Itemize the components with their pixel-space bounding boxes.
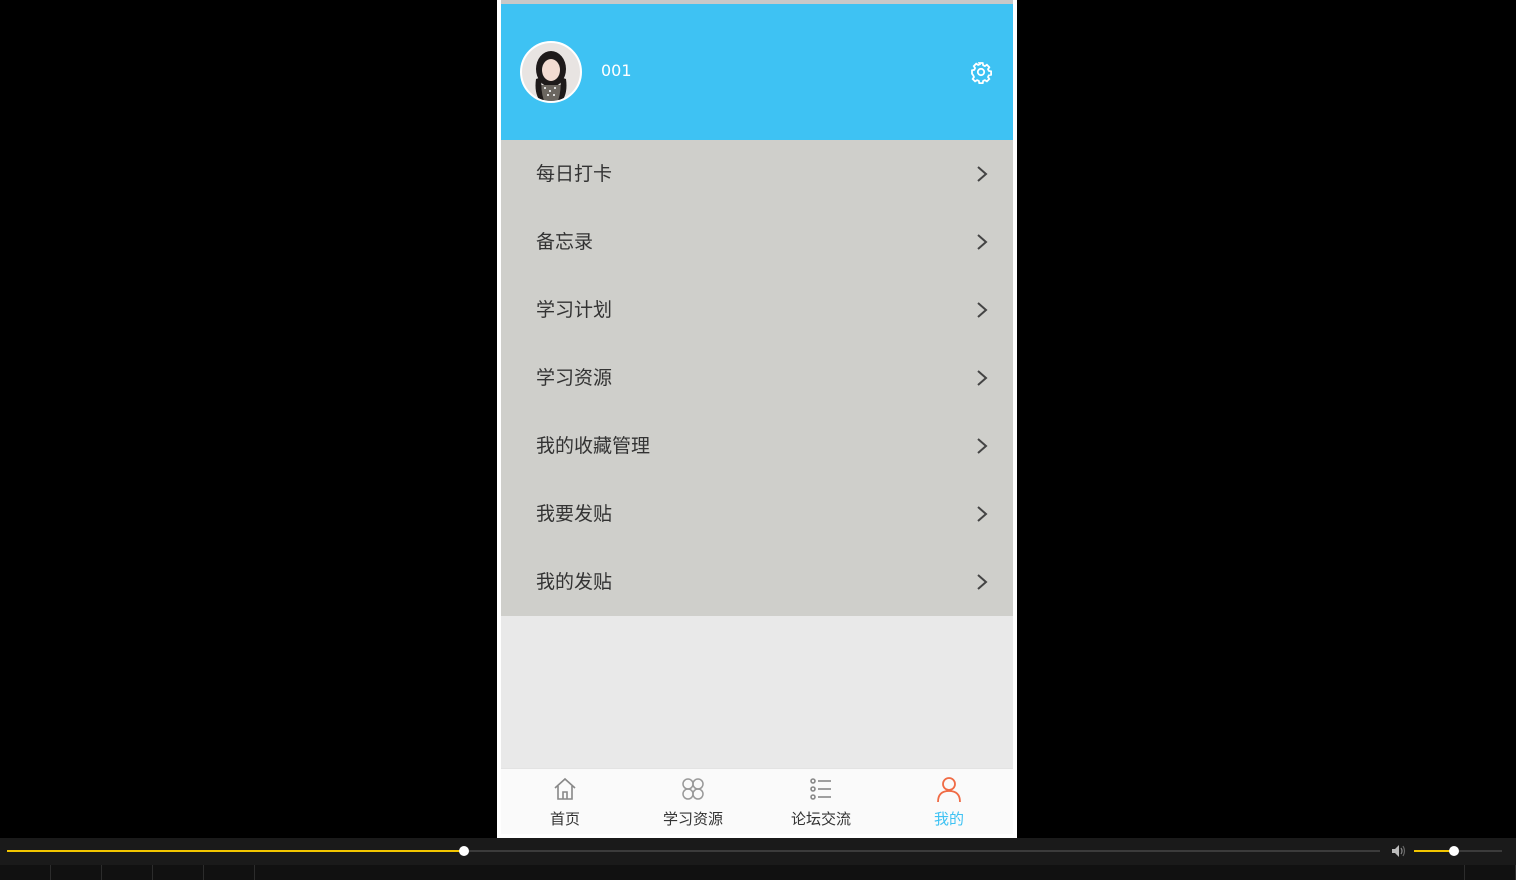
menu-item-favorites[interactable]: 我的收藏管理 (501, 412, 1013, 480)
profile-header: 001 (501, 4, 1013, 140)
volume-handle[interactable] (1448, 846, 1459, 856)
list-icon (810, 778, 831, 800)
control-strip (0, 865, 1516, 880)
chevron-right-icon (977, 234, 988, 250)
chevron-right-icon (977, 302, 988, 318)
control-button[interactable] (51, 865, 102, 880)
menu-item-label: 我的收藏管理 (536, 435, 651, 457)
seek-progress (7, 850, 465, 852)
tab-label: 论坛交流 (790, 810, 851, 828)
chevron-right-icon (977, 166, 988, 182)
menu-item-memo[interactable]: 备忘录 (501, 208, 1013, 276)
chevron-right-icon (977, 574, 988, 590)
menu-item-label: 学习计划 (536, 299, 613, 321)
home-icon (554, 777, 576, 800)
tab-label: 学习资源 (662, 810, 723, 828)
control-button[interactable] (204, 865, 255, 880)
menu-item-daily-checkin[interactable]: 每日打卡 (501, 140, 1013, 208)
tab-home[interactable]: 首页 (501, 769, 629, 835)
menu-item-label: 我的发贴 (536, 571, 613, 593)
menu-item-label: 我要发贴 (536, 503, 613, 525)
gear-icon[interactable] (969, 60, 993, 85)
menu-item-new-post[interactable]: 我要发贴 (501, 480, 1013, 548)
seek-handle[interactable] (459, 846, 470, 856)
phone-frame: 001 每日打卡 备忘录 学习计划 学习资源 我的收藏管理 我要发贴 我的发贴 … (497, 0, 1017, 838)
menu-item-label: 每日打卡 (536, 163, 613, 185)
control-button[interactable] (153, 865, 204, 880)
grid-icon (682, 778, 704, 800)
menu-list: 每日打卡 备忘录 学习计划 学习资源 我的收藏管理 我要发贴 我的发贴 (501, 140, 1013, 616)
user-icon (937, 777, 961, 803)
control-button[interactable] (102, 865, 153, 880)
control-button[interactable] (0, 865, 51, 880)
volume-level (1414, 850, 1454, 852)
menu-item-my-posts[interactable]: 我的发贴 (501, 548, 1013, 616)
menu-item-label: 学习资源 (536, 367, 613, 389)
chevron-right-icon (977, 438, 988, 454)
chevron-right-icon (977, 506, 988, 522)
tab-forum[interactable]: 论坛交流 (757, 769, 885, 835)
volume-slider[interactable] (1414, 846, 1502, 856)
tab-label: 我的 (933, 810, 964, 828)
video-player-bar (0, 838, 1516, 880)
username: 001 (601, 61, 632, 80)
tab-study-resources[interactable]: 学习资源 (629, 769, 757, 835)
empty-area (501, 616, 1013, 768)
menu-item-study-plan[interactable]: 学习计划 (501, 276, 1013, 344)
seek-bar[interactable] (7, 846, 1380, 856)
tab-label: 首页 (549, 810, 580, 828)
menu-item-study-resources[interactable]: 学习资源 (501, 344, 1013, 412)
speaker-icon[interactable] (1391, 844, 1407, 858)
avatar[interactable] (520, 41, 582, 103)
tab-mine[interactable]: 我的 (885, 769, 1013, 835)
control-button[interactable] (1464, 865, 1516, 880)
bottom-tab-bar: 首页 学习资源 论坛交流 我的 (501, 768, 1013, 834)
chevron-right-icon (977, 370, 988, 386)
menu-item-label: 备忘录 (536, 231, 594, 253)
